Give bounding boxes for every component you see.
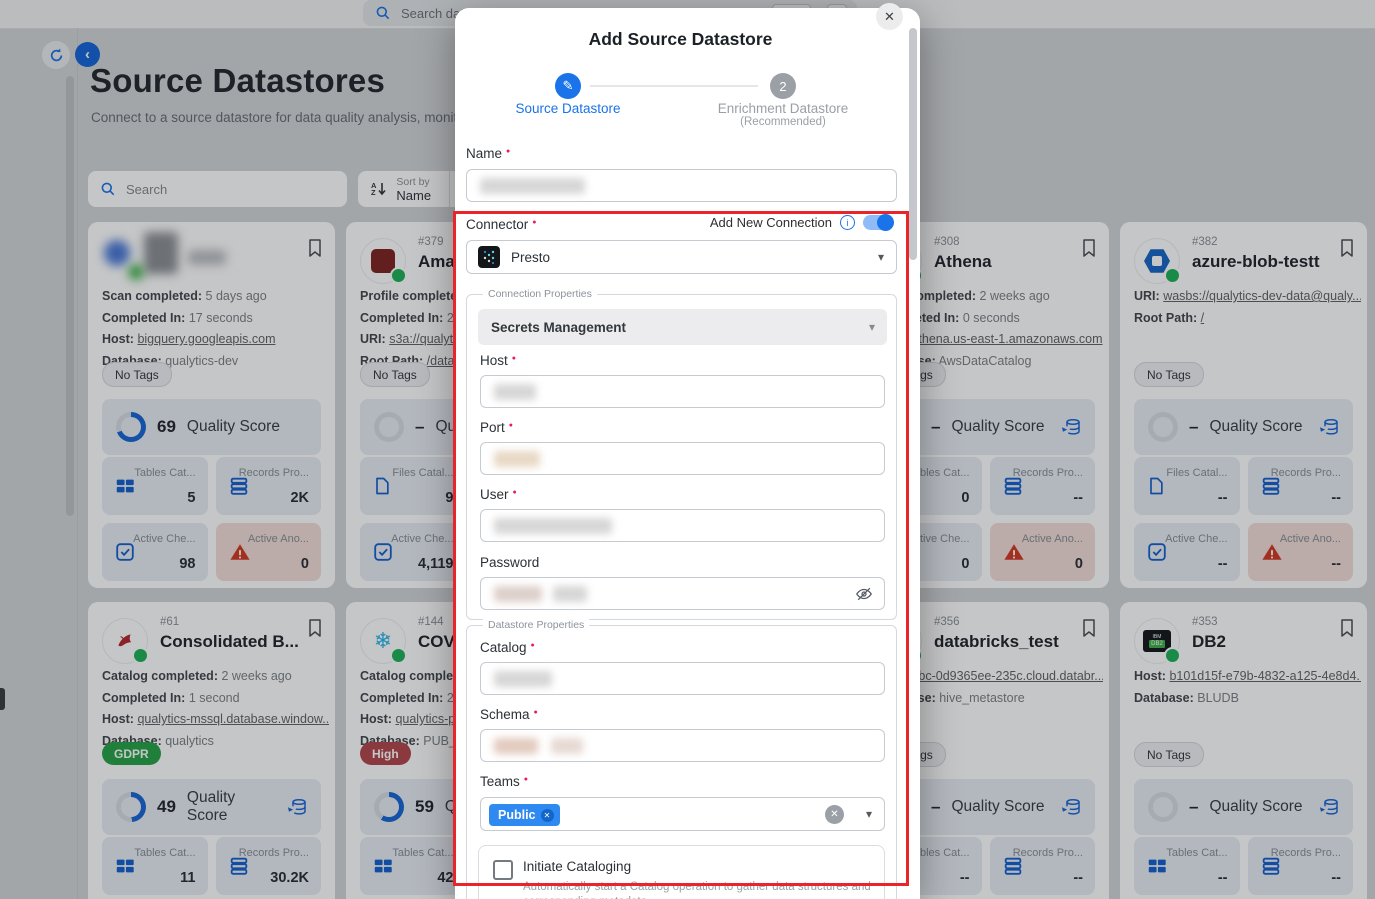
name-label: Name●	[466, 146, 510, 161]
pencil-icon: ✎	[563, 78, 574, 94]
screen: Search data CTRL K ‹ Source Datastores C…	[0, 0, 1375, 899]
step-1-circle[interactable]: ✎	[555, 73, 581, 99]
required-dot: ●	[506, 148, 510, 155]
modal-scrollbar-thumb[interactable]	[909, 28, 917, 260]
stepper-connector-line	[590, 85, 758, 87]
step-2-label[interactable]: Enrichment Datastore (Recommended)	[703, 101, 863, 128]
step-1-label[interactable]: Source Datastore	[488, 101, 648, 116]
modal-title: Add Source Datastore	[455, 29, 906, 50]
close-button[interactable]: ✕	[876, 3, 903, 30]
name-input[interactable]	[466, 169, 897, 202]
annotation-highlight-box	[453, 211, 909, 886]
step-2-circle[interactable]: 2	[770, 73, 796, 99]
blurred-value	[480, 178, 585, 194]
step-2-sublabel: (Recommended)	[703, 116, 863, 128]
close-icon: ✕	[884, 9, 895, 25]
